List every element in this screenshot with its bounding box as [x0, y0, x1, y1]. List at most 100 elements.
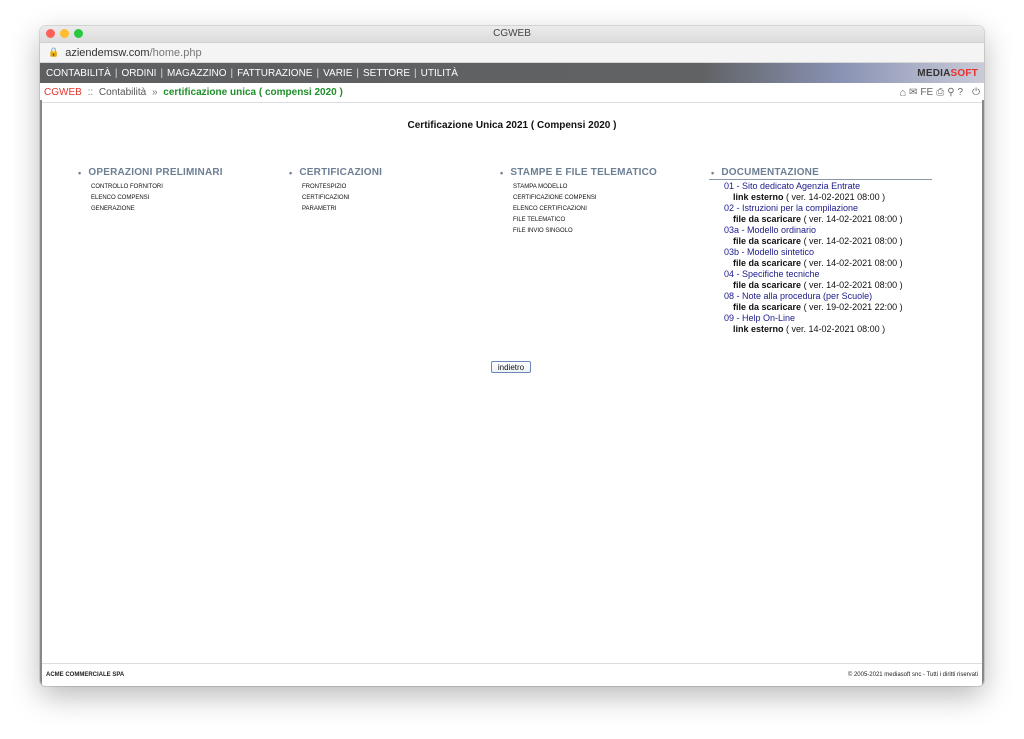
- breadcrumb-section[interactable]: Contabilità: [99, 87, 146, 98]
- browser-window: CGWEB 🔒 aziendemsw.com/home.php CONTABIL…: [40, 26, 984, 686]
- doc-link-note-procedura[interactable]: 08 - Note alla procedura (per Scuole): [724, 291, 954, 302]
- bullet-icon: •: [289, 167, 293, 178]
- menu-separator: |: [316, 67, 320, 79]
- column-list: Stampa modello Certificazione compensi E…: [500, 182, 657, 237]
- column-documentazione: • DOCUMENTAZIONE: [711, 167, 819, 178]
- link-file-invio-singolo[interactable]: File invio singolo: [513, 226, 657, 237]
- copyright-notice: © 2005-2021 mediasoft snc - Tutti i diri…: [847, 672, 978, 678]
- url-host: aziendemsw.com: [65, 46, 150, 59]
- breadcrumb-bar: CGWEB :: Contabilità » certificazione un…: [40, 83, 984, 103]
- breadcrumb-current: certificazione unica ( compensi 2020 ): [163, 87, 343, 98]
- menu-separator: |: [160, 67, 164, 79]
- page-border-right: [982, 100, 984, 686]
- fe-button[interactable]: FE: [920, 87, 933, 98]
- doc-link-istruzioni[interactable]: 02 - Istruzioni per la compilazione: [724, 203, 954, 214]
- link-file-telematico[interactable]: File telematico: [513, 215, 657, 226]
- print-icon[interactable]: ⎙: [936, 87, 944, 98]
- doc-entry: 03b - Modello sintetico file da scaricar…: [724, 247, 954, 269]
- mail-icon[interactable]: ✉: [909, 87, 917, 98]
- doc-version: ( ver. 14-02-2021 08:00 ): [786, 192, 886, 202]
- menu-item-settore[interactable]: SETTORE: [363, 68, 410, 79]
- doc-version: ( ver. 14-02-2021 08:00 ): [803, 236, 903, 246]
- doc-version: ( ver. 14-02-2021 08:00 ): [803, 258, 903, 268]
- doc-link-modello-sintetico[interactable]: 03b - Modello sintetico: [724, 247, 954, 258]
- address-bar[interactable]: 🔒 aziendemsw.com/home.php: [40, 43, 984, 63]
- doc-entry: 08 - Note alla procedura (per Scuole) fi…: [724, 291, 954, 313]
- menu-item-contabilita[interactable]: CONTABILITÀ: [46, 68, 111, 79]
- documentation-list: 01 - Sito dedicato Agenzia Entrate link …: [724, 181, 954, 335]
- doc-kind: file da scaricare: [733, 280, 802, 290]
- search-icon[interactable]: ⚲: [947, 87, 954, 98]
- link-controllo-fornitori[interactable]: Controllo fornitori: [91, 182, 223, 193]
- doc-kind: link esterno: [733, 192, 784, 202]
- doc-entry: 04 - Specifiche tecniche file da scarica…: [724, 269, 954, 291]
- back-button[interactable]: indietro: [491, 361, 531, 373]
- url-path: /home.php: [149, 46, 202, 59]
- bullet-icon: •: [711, 167, 715, 178]
- link-frontespizio[interactable]: Frontespizio: [302, 182, 382, 193]
- column-heading: OPERAZIONI PRELIMINARI: [88, 167, 223, 178]
- page-title: Certificazione Unica 2021 ( Compensi 202…: [407, 120, 617, 131]
- lock-icon: 🔒: [48, 47, 60, 57]
- bullet-icon: •: [500, 167, 504, 178]
- breadcrumb: CGWEB :: Contabilità » certificazione un…: [44, 87, 343, 98]
- footer: ACME COMMERCIALE SPA © 2005-2021 mediaso…: [40, 663, 984, 686]
- menu-separator: |: [114, 67, 118, 79]
- doc-entry: 02 - Istruzioni per la compilazione file…: [724, 203, 954, 225]
- link-parametri[interactable]: Parametri: [302, 204, 382, 215]
- documentazione-divider: [709, 179, 932, 180]
- mediasoft-logo: MEDIASOFT: [917, 67, 978, 79]
- doc-link-specifiche-tecniche[interactable]: 04 - Specifiche tecniche: [724, 269, 954, 280]
- breadcrumb-separator: »: [151, 87, 158, 98]
- menu-item-varie[interactable]: VARIE: [323, 68, 352, 79]
- link-stampa-modello[interactable]: Stampa modello: [513, 182, 657, 193]
- home-icon[interactable]: ⌂: [899, 87, 906, 99]
- doc-kind: file da scaricare: [733, 258, 802, 268]
- breadcrumb-separator: ::: [87, 87, 94, 98]
- column-heading: DOCUMENTAZIONE: [721, 167, 819, 178]
- breadcrumb-app[interactable]: CGWEB: [44, 87, 82, 98]
- column-stampe-file-telematico: • STAMPE E FILE TELEMATICO Stampa modello…: [500, 167, 657, 237]
- link-certificazione-compensi[interactable]: Certificazione compensi: [513, 193, 657, 204]
- column-heading: STAMPE E FILE TELEMATICO: [510, 167, 658, 178]
- menu-item-magazzino[interactable]: MAGAZZINO: [167, 68, 226, 79]
- main-menu-bar: CONTABILITÀ | ORDINI | MAGAZZINO | FATTU…: [40, 63, 984, 83]
- doc-kind: link esterno: [733, 324, 784, 334]
- doc-entry: 01 - Sito dedicato Agenzia Entrate link …: [724, 181, 954, 203]
- column-list: Frontespizio Certificazioni Parametri: [289, 182, 382, 215]
- company-name: ACME COMMERCIALE SPA: [46, 672, 125, 678]
- doc-kind: file da scaricare: [733, 236, 802, 246]
- link-elenco-certificazioni[interactable]: Elenco certificazioni: [513, 204, 657, 215]
- menu-item-ordini[interactable]: ORDINI: [121, 68, 156, 79]
- link-generazione[interactable]: Generazione: [91, 204, 223, 215]
- doc-version: ( ver. 19-02-2021 22:00 ): [803, 302, 903, 312]
- menu-separator: |: [414, 67, 417, 79]
- menu-item-fatturazione[interactable]: FATTURAZIONE: [237, 68, 312, 79]
- column-certificazioni: • CERTIFICAZIONI Frontespizio Certificazi…: [289, 167, 382, 215]
- window-title: CGWEB: [493, 28, 531, 39]
- menu-separator: |: [230, 67, 234, 79]
- column-operazioni-preliminari: • OPERAZIONI PRELIMINARI Controllo fornit…: [78, 167, 223, 215]
- logout-icon[interactable]: ⏻: [972, 87, 980, 98]
- doc-version: ( ver. 14-02-2021 08:00 ): [803, 280, 903, 290]
- main-menu: CONTABILITÀ | ORDINI | MAGAZZINO | FATTU…: [46, 68, 458, 79]
- doc-link-sito-agenzia-entrate[interactable]: 01 - Sito dedicato Agenzia Entrate: [724, 181, 954, 192]
- doc-kind: file da scaricare: [733, 214, 802, 224]
- help-icon[interactable]: ?: [958, 87, 964, 98]
- link-certificazioni[interactable]: Certificazioni: [302, 193, 382, 204]
- doc-link-modello-ordinario[interactable]: 03a - Modello ordinario: [724, 225, 954, 236]
- link-elenco-compensi[interactable]: Elenco compensi: [91, 193, 223, 204]
- doc-link-help-online[interactable]: 09 - Help On-Line: [724, 313, 954, 324]
- doc-entry: 03a - Modello ordinario file da scaricar…: [724, 225, 954, 247]
- menu-item-utilita[interactable]: UTILITÀ: [421, 68, 458, 79]
- page-border-left: [40, 100, 42, 686]
- doc-version: ( ver. 14-02-2021 08:00 ): [803, 214, 903, 224]
- toolbar: ⌂ ✉ FE ⎙ ⚲ ? ⏻: [899, 87, 980, 99]
- column-heading: CERTIFICAZIONI: [299, 167, 383, 178]
- window-titlebar: CGWEB: [40, 26, 984, 43]
- doc-version: ( ver. 14-02-2021 08:00 ): [786, 324, 886, 334]
- doc-entry: 09 - Help On-Line link esterno ( ver. 14…: [724, 313, 954, 335]
- doc-kind: file da scaricare: [733, 302, 802, 312]
- bullet-icon: •: [78, 167, 82, 178]
- column-list: Controllo fornitori Elenco compensi Gene…: [78, 182, 223, 215]
